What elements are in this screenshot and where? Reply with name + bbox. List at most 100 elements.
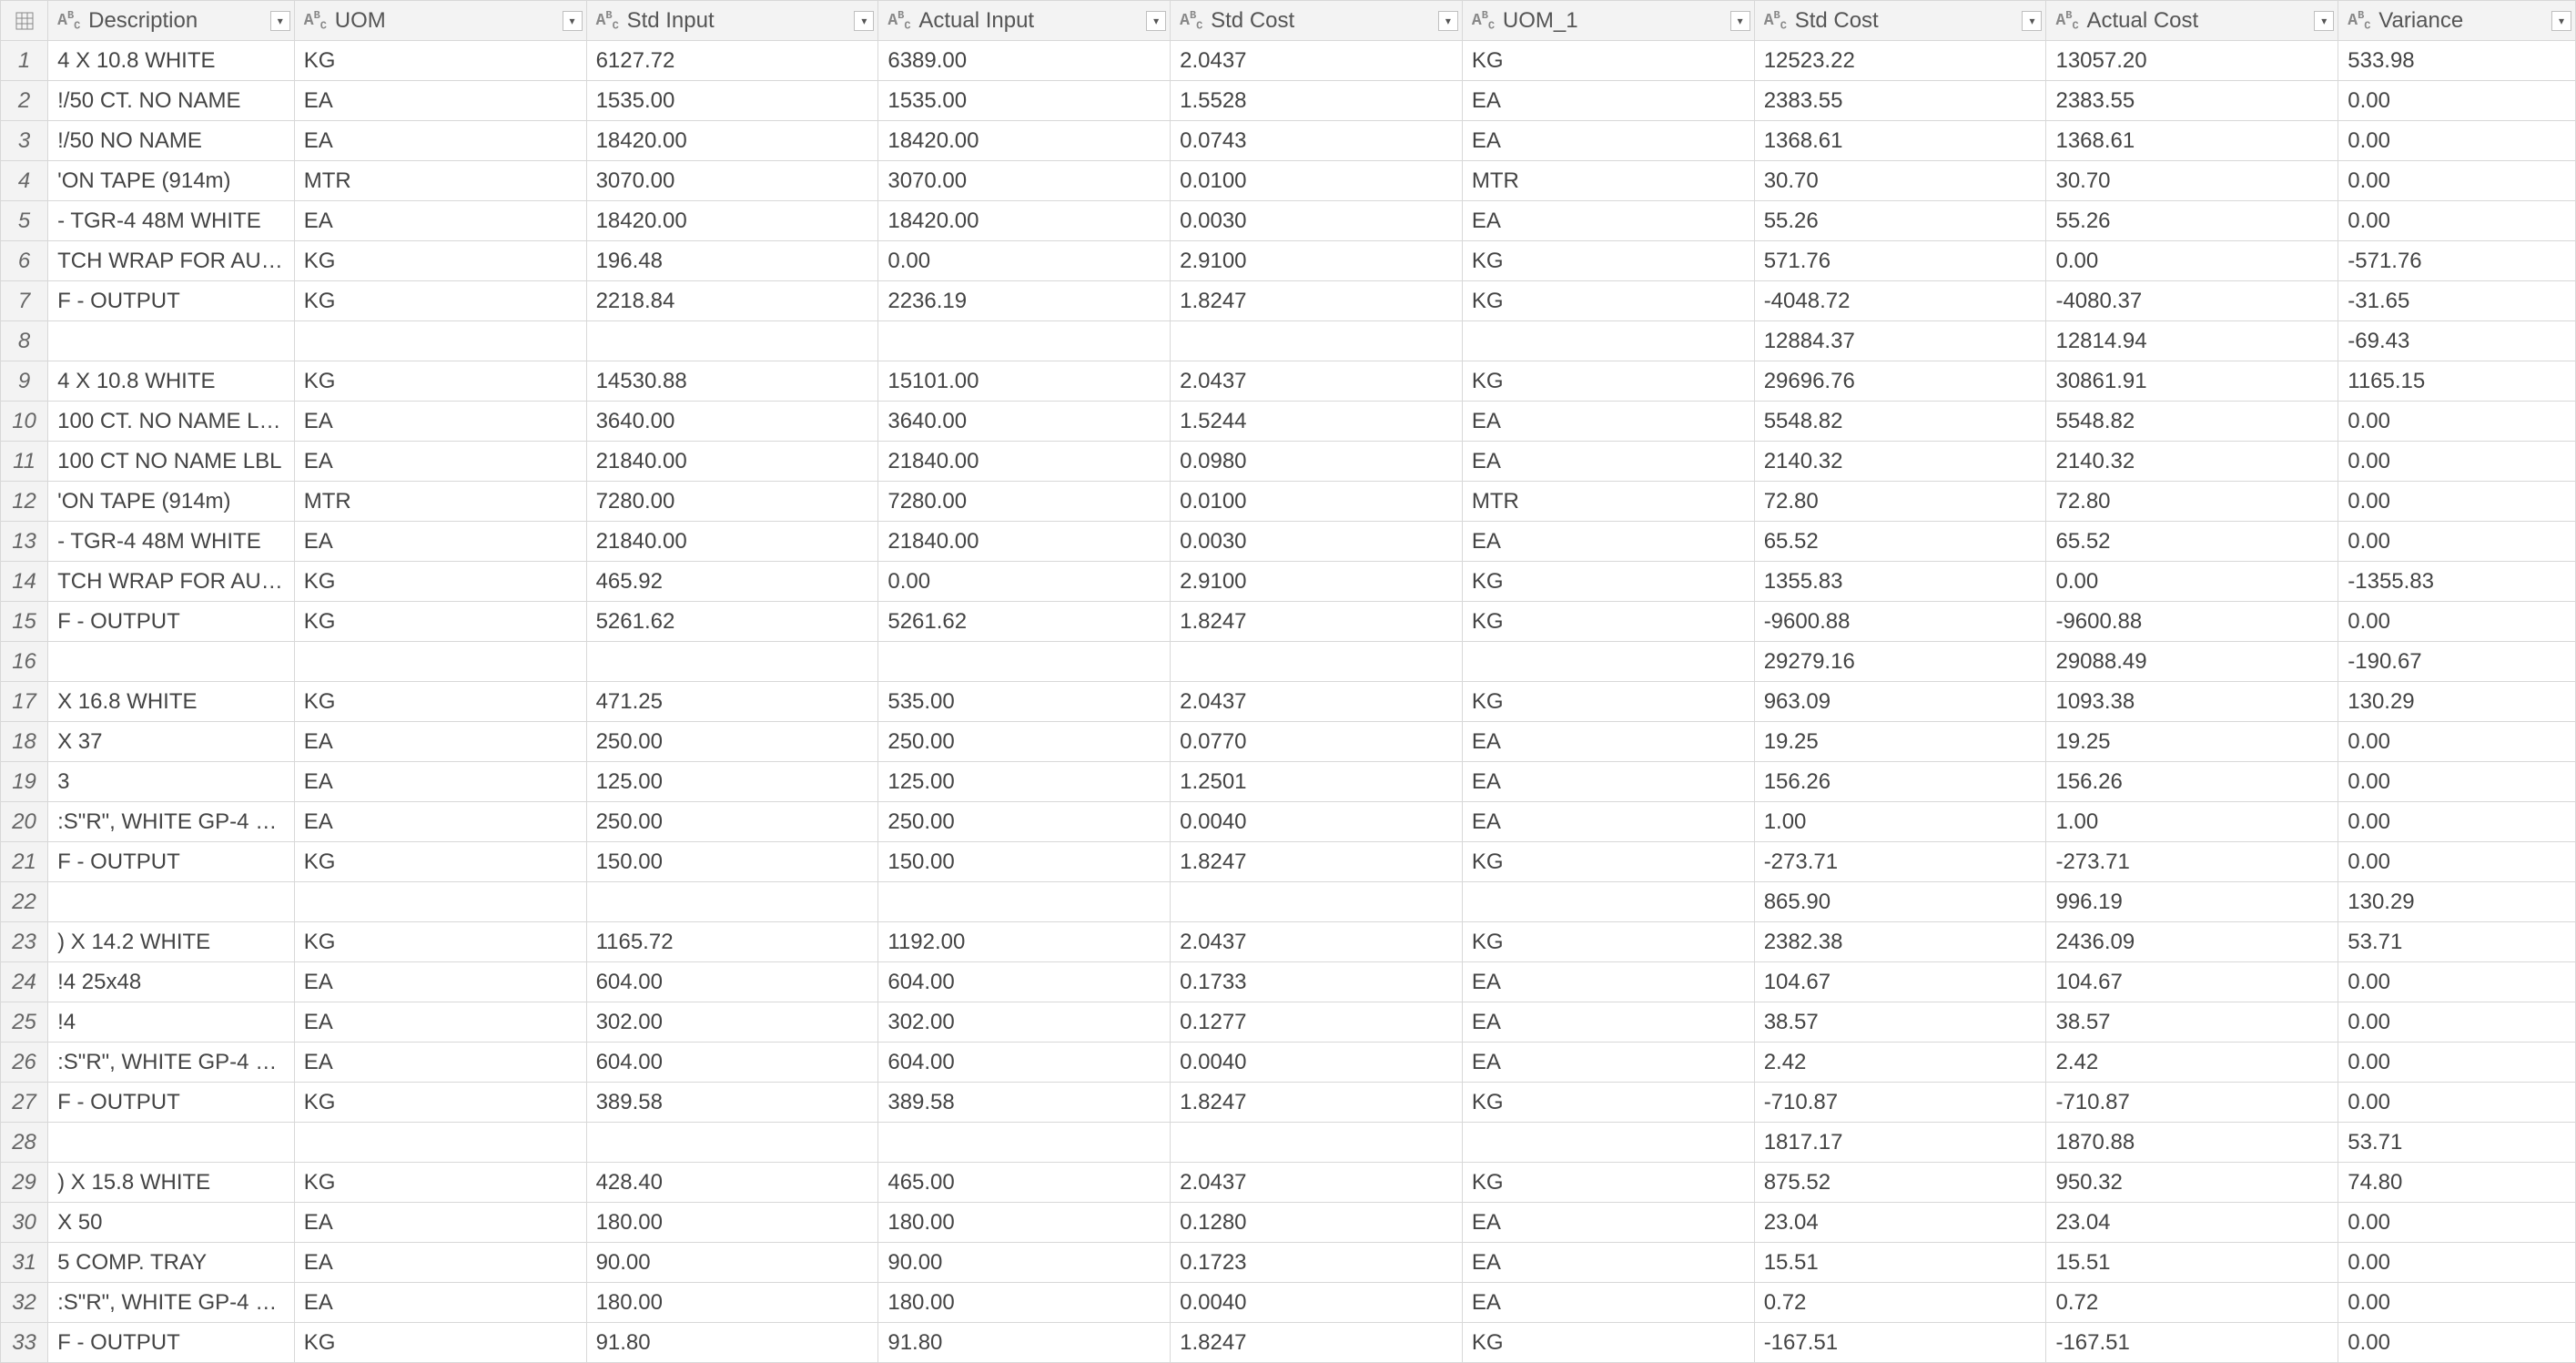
cell[interactable]: 150.00 [586, 842, 878, 882]
cell[interactable]: 950.32 [2046, 1163, 2338, 1203]
cell[interactable]: 1870.88 [2046, 1123, 2338, 1163]
cell[interactable]: 1.8247 [1171, 1323, 1463, 1363]
table-row[interactable]: 3!/50 NO NAMEEA18420.0018420.000.0743EA1… [1, 121, 2576, 161]
cell[interactable]: 250.00 [878, 802, 1171, 842]
cell[interactable]: 90.00 [878, 1243, 1171, 1283]
row-number[interactable]: 11 [1, 442, 48, 482]
table-row[interactable]: 21F - OUTPUTKG150.00150.001.8247KG-273.7… [1, 842, 2576, 882]
cell[interactable]: KG [294, 1163, 586, 1203]
cell[interactable]: 865.90 [1754, 882, 2046, 922]
cell[interactable]: KG [294, 241, 586, 281]
cell[interactable]: 389.58 [878, 1083, 1171, 1123]
cell[interactable]: 15.51 [2046, 1243, 2338, 1283]
cell[interactable]: EA [294, 1283, 586, 1323]
cell[interactable]: 74.80 [2338, 1163, 2576, 1203]
cell[interactable]: 0.00 [878, 241, 1171, 281]
cell[interactable]: EA [1462, 81, 1754, 121]
cell[interactable]: 14530.88 [586, 361, 878, 402]
cell[interactable] [1171, 1123, 1463, 1163]
row-number[interactable]: 23 [1, 922, 48, 962]
cell[interactable]: 1355.83 [1754, 562, 2046, 602]
cell[interactable]: 18420.00 [878, 201, 1171, 241]
row-number[interactable]: 33 [1, 1323, 48, 1363]
cell[interactable]: 1.8247 [1171, 1083, 1463, 1123]
row-number[interactable]: 17 [1, 682, 48, 722]
cell[interactable]: 0.00 [2338, 442, 2576, 482]
table-row[interactable]: 32:S"R", WHITE GP-4 45MEA180.00180.000.0… [1, 1283, 2576, 1323]
cell[interactable]: 471.25 [586, 682, 878, 722]
cell[interactable] [1171, 321, 1463, 361]
cell[interactable]: !/50 CT. NO NAME [48, 81, 295, 121]
row-number[interactable]: 6 [1, 241, 48, 281]
cell[interactable]: EA [294, 442, 586, 482]
cell[interactable] [878, 1123, 1171, 1163]
cell[interactable]: KG [1462, 682, 1754, 722]
cell[interactable]: EA [1462, 762, 1754, 802]
cell[interactable]: 2383.55 [2046, 81, 2338, 121]
cell[interactable]: 428.40 [586, 1163, 878, 1203]
cell[interactable]: 'ON TAPE (914m) [48, 482, 295, 522]
row-number[interactable]: 27 [1, 1083, 48, 1123]
cell[interactable]: 0.00 [2338, 81, 2576, 121]
cell[interactable]: 2140.32 [1754, 442, 2046, 482]
cell[interactable]: -167.51 [2046, 1323, 2338, 1363]
table-row[interactable]: 193EA125.00125.001.2501EA156.26156.260.0… [1, 762, 2576, 802]
cell[interactable]: 12814.94 [2046, 321, 2338, 361]
cell[interactable]: 6127.72 [586, 41, 878, 81]
table-row[interactable]: 22865.90996.19130.29 [1, 882, 2576, 922]
cell[interactable] [1171, 642, 1463, 682]
cell[interactable]: EA [294, 1002, 586, 1043]
cell[interactable]: TCH WRAP FOR AUTOM... [48, 562, 295, 602]
cell[interactable]: -710.87 [2046, 1083, 2338, 1123]
cell[interactable]: 0.0100 [1171, 482, 1463, 522]
cell[interactable] [586, 882, 878, 922]
cell[interactable]: 571.76 [1754, 241, 2046, 281]
cell[interactable]: EA [294, 81, 586, 121]
cell[interactable]: 2383.55 [1754, 81, 2046, 121]
cell[interactable]: KG [294, 682, 586, 722]
cell[interactable]: 38.57 [1754, 1002, 2046, 1043]
cell[interactable]: 0.00 [2338, 482, 2576, 522]
table-row[interactable]: 11100 CT NO NAME LBLEA21840.0021840.000.… [1, 442, 2576, 482]
cell[interactable]: 2.0437 [1171, 922, 1463, 962]
cell[interactable]: 2.0437 [1171, 41, 1463, 81]
cell[interactable]: 875.52 [1754, 1163, 2046, 1203]
cell[interactable]: 5261.62 [586, 602, 878, 642]
cell[interactable]: 1.8247 [1171, 602, 1463, 642]
row-number[interactable]: 3 [1, 121, 48, 161]
cell[interactable]: KG [294, 361, 586, 402]
row-number[interactable]: 18 [1, 722, 48, 762]
cell[interactable]: 30.70 [2046, 161, 2338, 201]
cell[interactable]: 21840.00 [586, 442, 878, 482]
table-row[interactable]: 94 X 10.8 WHITEKG14530.8815101.002.0437K… [1, 361, 2576, 402]
cell[interactable]: EA [294, 802, 586, 842]
cell[interactable]: 91.80 [586, 1323, 878, 1363]
cell[interactable] [878, 321, 1171, 361]
cell[interactable]: 156.26 [1754, 762, 2046, 802]
cell[interactable]: KG [1462, 562, 1754, 602]
cell[interactable]: 90.00 [586, 1243, 878, 1283]
cell[interactable]: 0.0100 [1171, 161, 1463, 201]
table-row[interactable]: 20:S"R", WHITE GP-4 45MEA250.00250.000.0… [1, 802, 2576, 842]
row-number[interactable]: 20 [1, 802, 48, 842]
cell[interactable]: 125.00 [878, 762, 1171, 802]
cell[interactable]: 156.26 [2046, 762, 2338, 802]
cell[interactable]: 0.72 [2046, 1283, 2338, 1323]
cell[interactable]: EA [1462, 962, 1754, 1002]
row-number[interactable]: 10 [1, 402, 48, 442]
filter-dropdown-button[interactable]: ▾ [2022, 11, 2042, 31]
cell[interactable]: EA [294, 1243, 586, 1283]
row-number[interactable]: 28 [1, 1123, 48, 1163]
cell[interactable]: -190.67 [2338, 642, 2576, 682]
cell[interactable] [48, 1123, 295, 1163]
cell[interactable]: 0.1723 [1171, 1243, 1463, 1283]
cell[interactable]: KG [1462, 361, 1754, 402]
cell[interactable]: 5548.82 [2046, 402, 2338, 442]
column-header[interactable]: ABCActual Cost▾ [2046, 1, 2338, 41]
cell[interactable]: KG [1462, 922, 1754, 962]
cell[interactable]: 30.70 [1754, 161, 2046, 201]
cell[interactable]: KG [1462, 602, 1754, 642]
cell[interactable]: 302.00 [586, 1002, 878, 1043]
filter-dropdown-button[interactable]: ▾ [1730, 11, 1750, 31]
filter-dropdown-button[interactable]: ▾ [1146, 11, 1166, 31]
